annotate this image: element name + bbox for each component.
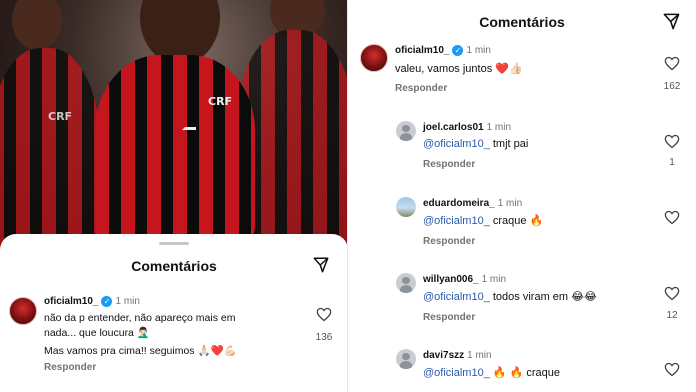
mention-link[interactable]: @oficialm10_ [423,138,490,150]
reply-message: 🔥 🔥 craque [492,367,561,379]
heart-outline-icon[interactable] [316,307,332,322]
username[interactable]: oficialm10_ [44,296,98,307]
sponsor-logo-icon [182,118,196,130]
like-count: 12 [666,310,678,321]
comment-text-line1: não da p entender, não apareço mais em [44,312,236,324]
jersey-emblem-center: CRF [208,95,233,108]
comment-author[interactable]: oficialm10_ ✓ 1 min [395,45,491,56]
comment-time: 1 min [467,350,492,361]
heart-outline-icon[interactable] [664,56,680,71]
player-left-jersey [0,48,100,250]
verified-badge-icon: ✓ [452,45,464,56]
reply-author[interactable]: eduardomeira_ 1 min [423,198,522,209]
username[interactable]: davi7szz [423,350,464,361]
player-head-left [12,0,62,50]
reply-message: tmjt pai [492,138,529,150]
reply-message: todos viram em 😂😂 [492,291,597,303]
username[interactable]: eduardomeira_ [423,198,495,209]
mention-link[interactable]: @oficialm10_ [423,291,490,303]
sheet-title: Comentários [479,14,565,30]
avatar[interactable] [396,121,416,141]
mention-link[interactable]: @oficialm10_ [423,215,490,227]
post-photo: CRF CRF [0,0,348,250]
reply-button[interactable]: Responder [395,83,447,94]
reply-author[interactable]: joel.carlos01 1 min [423,122,511,133]
reply-message: craque 🔥 [492,215,544,227]
like-count: 1 [669,157,675,168]
reply-button[interactable]: Responder [44,362,96,373]
avatar[interactable] [360,44,388,72]
like-count: 162 [663,81,681,92]
reply-text: @oficialm10_ todos viram em 😂😂 [423,290,597,303]
mention-link[interactable]: @oficialm10_ [423,367,490,379]
reply-text: @oficialm10_ craque 🔥 [423,214,543,227]
avatar[interactable] [396,273,416,293]
username[interactable]: joel.carlos01 [423,122,484,133]
avatar[interactable] [396,349,416,369]
right-screenshot-panel: Comentários oficialm10_ ✓ 1 min valeu, vam… [348,0,696,392]
username[interactable]: willyan006_ [423,274,479,285]
reply-author[interactable]: willyan006_ 1 min [423,274,506,285]
jersey-emblem-left: CRF [48,110,73,123]
avatar[interactable] [396,197,416,217]
reply-button[interactable]: Responder [423,312,475,323]
left-screenshot-panel: CRF CRF Comentários oficialm10_ ✓ 1 min nã… [0,0,348,392]
reply-button[interactable]: Responder [423,159,475,170]
reply-author[interactable]: davi7szz 1 min [423,350,492,361]
heart-outline-icon[interactable] [664,134,680,149]
heart-outline-icon[interactable] [664,362,680,377]
reply-text: @oficialm10_ tmjt pai [423,138,528,150]
comment-time: 1 min [497,198,523,209]
sheet-title: Comentários [131,258,217,274]
comment-time: 1 min [115,296,140,307]
comment-time: 1 min [466,45,491,56]
comment-text-line2: nada... que loucura 🤦🏻‍♂️ [44,327,150,339]
username[interactable]: oficialm10_ [395,45,449,56]
like-count: 136 [315,332,333,343]
comment-text-line3: Mas vamos pra cima!! seguimos 🙏🏻❤️💪🏻 [44,345,237,357]
player-center-jersey [95,55,255,245]
send-icon[interactable] [312,256,330,274]
reply-button[interactable]: Responder [423,236,475,247]
comments-sheet: Comentários oficialm10_ ✓ 1 min não da p e… [0,234,348,392]
comment-time: 1 min [486,122,512,133]
comment-text: valeu, vamos juntos ❤️👍🏻 [395,63,523,75]
heart-outline-icon[interactable] [664,286,680,301]
verified-badge-icon: ✓ [101,296,113,307]
comment-time: 1 min [481,274,507,285]
sheet-drag-handle[interactable] [159,242,189,245]
send-icon[interactable] [662,12,681,31]
comment-author[interactable]: oficialm10_ ✓ 1 min [44,296,140,307]
heart-outline-icon[interactable] [664,210,680,225]
reply-text: @oficialm10_ 🔥 🔥 craque [423,366,560,379]
avatar[interactable] [9,297,37,325]
